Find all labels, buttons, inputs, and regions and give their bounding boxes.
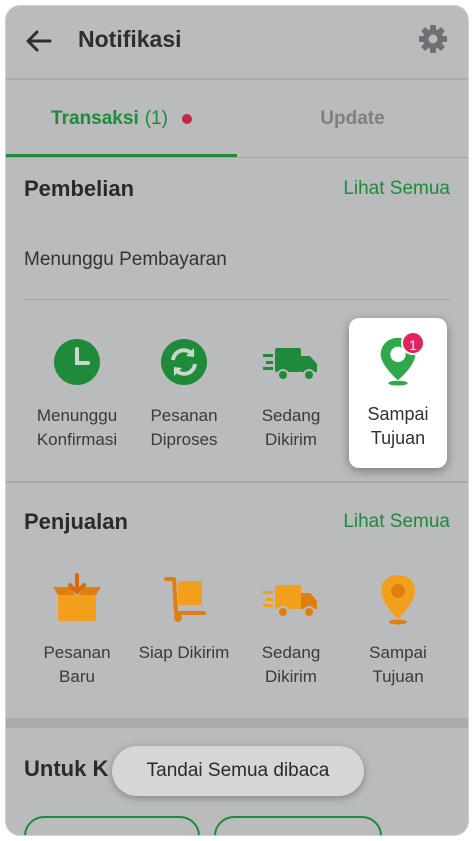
cart-box-icon <box>164 577 206 622</box>
status-menunggu-konfirmasi[interactable]: Menunggu Konfirmasi <box>21 336 133 452</box>
status-sampai-tujuan-card[interactable]: 1 Sampai Tujuan <box>349 318 447 468</box>
status-sedang-dikirim-penjualan[interactable]: Sedang Dikirim <box>235 573 347 689</box>
status-siap-dikirim[interactable]: Siap Dikirim <box>128 573 240 665</box>
status-sedang-dikirim[interactable]: Sedang Dikirim <box>235 336 347 452</box>
filter-chip[interactable] <box>24 816 200 835</box>
pembelian-title: Pembelian <box>24 176 135 201</box>
penjualan-title: Penjualan <box>24 509 128 534</box>
status-label: Sedang Dikirim <box>261 406 321 449</box>
tab-transaksi-count: (1) <box>144 108 168 129</box>
gear-icon[interactable] <box>416 22 450 56</box>
refresh-icon <box>161 339 207 385</box>
tab-transaksi[interactable]: Transaksi (1) <box>6 80 237 158</box>
status-label: Sampai Tujuan <box>369 643 427 686</box>
app-screen: Notifikasi Transaksi (1) Update Pembelia… <box>6 6 468 835</box>
tab-bar: Transaksi (1) Update <box>6 80 468 158</box>
section-divider-thick <box>6 718 468 728</box>
status-pesanan-diproses[interactable]: Pesanan Diproses <box>128 336 240 452</box>
filter-chip[interactable] <box>214 816 382 835</box>
untuk-kamu-title: Untuk K <box>24 756 109 781</box>
status-label: Pesanan Diproses <box>150 406 218 449</box>
tab-update-label: Update <box>320 108 385 129</box>
truck-icon <box>263 348 317 381</box>
row-divider <box>24 299 450 300</box>
clock-icon <box>54 339 100 385</box>
app-header: Notifikasi <box>6 6 468 78</box>
tab-transaksi-label: Transaksi <box>51 108 139 129</box>
pembelian-see-all-link[interactable]: Lihat Semua <box>343 178 450 200</box>
tabs-divider <box>6 157 468 158</box>
waiting-payment-row[interactable]: Menunggu Pembayaran <box>24 249 227 271</box>
mark-all-read-button[interactable]: Tandai Semua dibaca <box>112 746 364 796</box>
status-label: Sampai Tujuan <box>367 404 429 448</box>
notification-badge: 1 <box>401 331 425 355</box>
truck-icon <box>263 585 317 618</box>
tab-update[interactable]: Update <box>237 80 468 158</box>
page-title: Notifikasi <box>78 26 182 52</box>
section-divider <box>6 481 468 483</box>
status-pesanan-baru[interactable]: Pesanan Baru <box>21 573 133 689</box>
box-in-icon <box>53 573 101 621</box>
status-label: Menunggu Konfirmasi <box>36 406 118 449</box>
status-label: Sedang Dikirim <box>261 643 321 686</box>
unread-dot <box>181 114 192 124</box>
penjualan-see-all-link[interactable]: Lihat Semua <box>343 511 450 533</box>
status-label: Siap Dikirim <box>138 643 230 662</box>
status-sampai-tujuan-penjualan[interactable]: Sampai Tujuan <box>342 573 454 689</box>
status-label: Pesanan Baru <box>43 643 111 686</box>
back-arrow-icon[interactable] <box>22 24 56 58</box>
location-pin-icon <box>381 575 415 625</box>
